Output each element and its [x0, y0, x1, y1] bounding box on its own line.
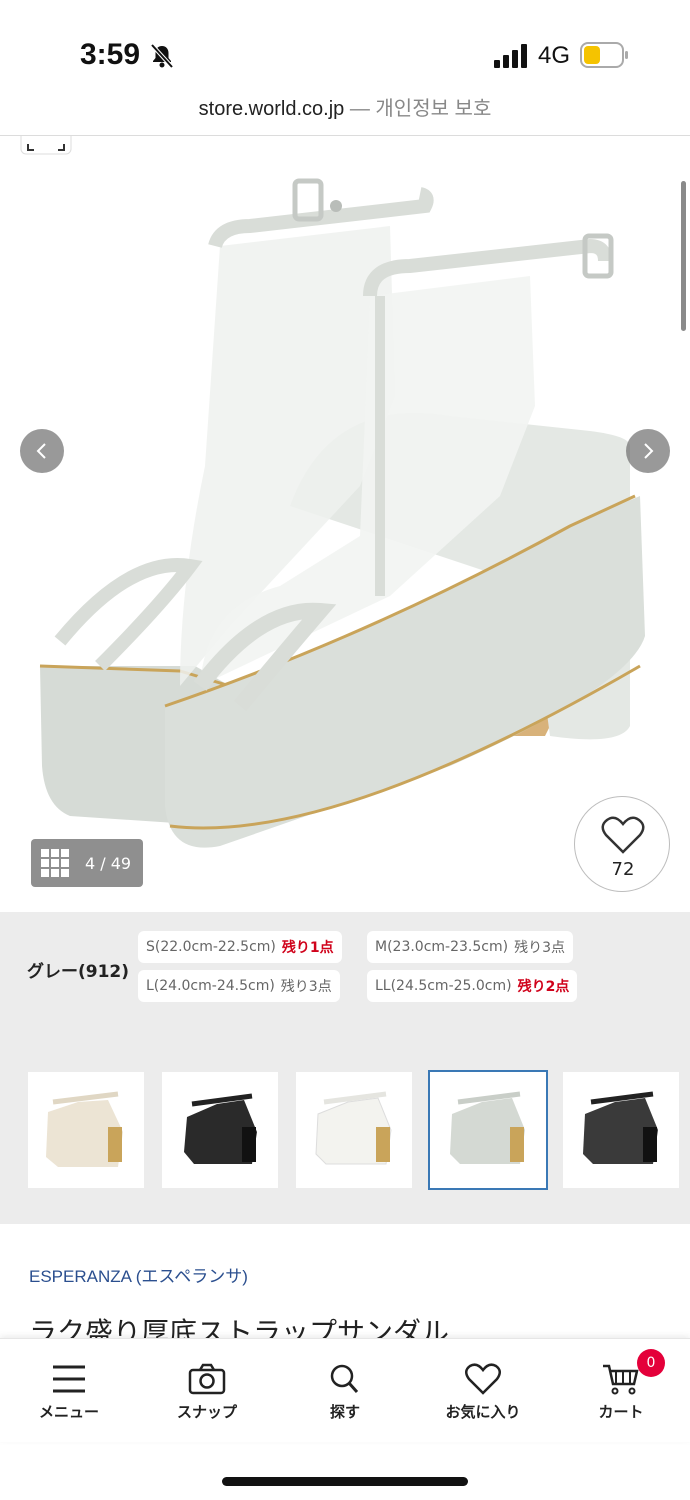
shoe-thumbnail-image — [184, 1093, 257, 1164]
url-domain: store.world.co.jp — [198, 98, 345, 120]
grid-icon — [41, 849, 69, 877]
stock-label: 残り1点 — [281, 940, 334, 956]
variant-section: グレー(912) S(22.0cm-22.5cm) 残り1点 M(23.0cm-… — [0, 912, 690, 1224]
home-indicator[interactable] — [222, 1477, 468, 1486]
size-option-l[interactable]: L(24.0cm-24.5cm) 残り3点 — [138, 970, 340, 1002]
size-option-ll[interactable]: LL(24.5cm-25.0cm) 残り2点 — [367, 970, 578, 1002]
size-label: L(24.0cm-24.5cm) — [146, 978, 275, 994]
stock-label: 残り3点 — [280, 979, 332, 995]
status-time: 3:59 — [80, 38, 141, 71]
battery-icon — [580, 42, 628, 68]
product-title: ラク盛り厚底ストラップサンダル — [29, 1316, 450, 1340]
shoe-thumbnail-image — [315, 1091, 392, 1165]
heart-icon — [601, 816, 645, 854]
chevron-left-icon — [36, 443, 46, 459]
color-label: グレー(912) — [27, 962, 130, 982]
color-thumbnail-black-mesh[interactable] — [563, 1072, 679, 1188]
color-thumbnail-grey[interactable] — [428, 1070, 548, 1190]
size-label: LL(24.5cm-25.0cm) — [375, 978, 512, 994]
camera-icon — [188, 1363, 226, 1395]
image-grid-button[interactable]: 4 / 49 — [31, 839, 143, 887]
favorite-button[interactable]: 72 — [574, 796, 670, 892]
privacy-label: 개인정보 보호 — [375, 98, 492, 120]
nav-menu[interactable]: メニュー — [0, 1339, 138, 1443]
product-gallery[interactable]: 4 / 49 72 — [0, 136, 690, 912]
search-icon — [330, 1364, 359, 1393]
color-thumbnail-white[interactable] — [296, 1072, 412, 1188]
network-type: 4G — [538, 42, 571, 69]
stock-label: 残り2点 — [517, 979, 570, 995]
nav-favorites-label: お気に入り — [445, 1403, 521, 1421]
product-image — [39, 178, 645, 848]
nav-cart[interactable]: カート 0 — [552, 1339, 690, 1443]
size-option-m[interactable]: M(23.0cm-23.5cm) 残り3点 — [367, 931, 573, 963]
cart-count-badge: 0 — [637, 1349, 665, 1377]
nav-cart-label: カート — [598, 1403, 644, 1421]
url-bar[interactable]: store.world.co.jp — 개인정보 보호 — [0, 92, 690, 136]
color-thumbnail-black[interactable] — [162, 1072, 278, 1188]
bell-muted-icon — [150, 43, 174, 69]
brand-link[interactable]: ESPERANZA (エスペランサ) — [29, 1262, 248, 1287]
shoe-thumbnail-image — [46, 1091, 123, 1167]
expand-icon[interactable] — [20, 136, 72, 156]
menu-icon — [53, 1365, 85, 1393]
shoe-thumbnail-image — [583, 1091, 658, 1164]
size-label: S(22.0cm-22.5cm) — [146, 939, 276, 955]
signal-icon — [494, 44, 527, 68]
chevron-right-icon — [644, 443, 654, 459]
next-image-button[interactable] — [626, 429, 670, 473]
size-label: M(23.0cm-23.5cm) — [375, 939, 509, 955]
bottom-nav: メニュー スナップ 探す お気に入り カート 0 — [0, 1338, 690, 1442]
size-option-s[interactable]: S(22.0cm-22.5cm) 残り1点 — [138, 931, 342, 963]
prev-image-button[interactable] — [20, 429, 64, 473]
nav-snap[interactable]: スナップ — [138, 1339, 276, 1443]
nav-search-label: 探す — [329, 1403, 360, 1421]
image-counter: 4 / 49 — [85, 853, 132, 873]
url-separator: — — [344, 98, 376, 120]
nav-favorites[interactable]: お気に入り — [414, 1339, 552, 1443]
cart-icon — [603, 1364, 639, 1395]
stock-label: 残り3点 — [514, 940, 565, 956]
shoe-thumbnail-image — [450, 1091, 525, 1164]
nav-snap-label: スナップ — [176, 1403, 237, 1421]
nav-search[interactable]: 探す — [276, 1339, 414, 1443]
heart-icon — [465, 1363, 501, 1395]
nav-menu-label: メニュー — [38, 1403, 99, 1421]
status-bar: 3:59 4G — [0, 0, 690, 90]
scrollbar[interactable] — [681, 181, 686, 331]
color-thumbnail-beige[interactable] — [28, 1072, 144, 1188]
favorite-count: 72 — [611, 859, 635, 880]
